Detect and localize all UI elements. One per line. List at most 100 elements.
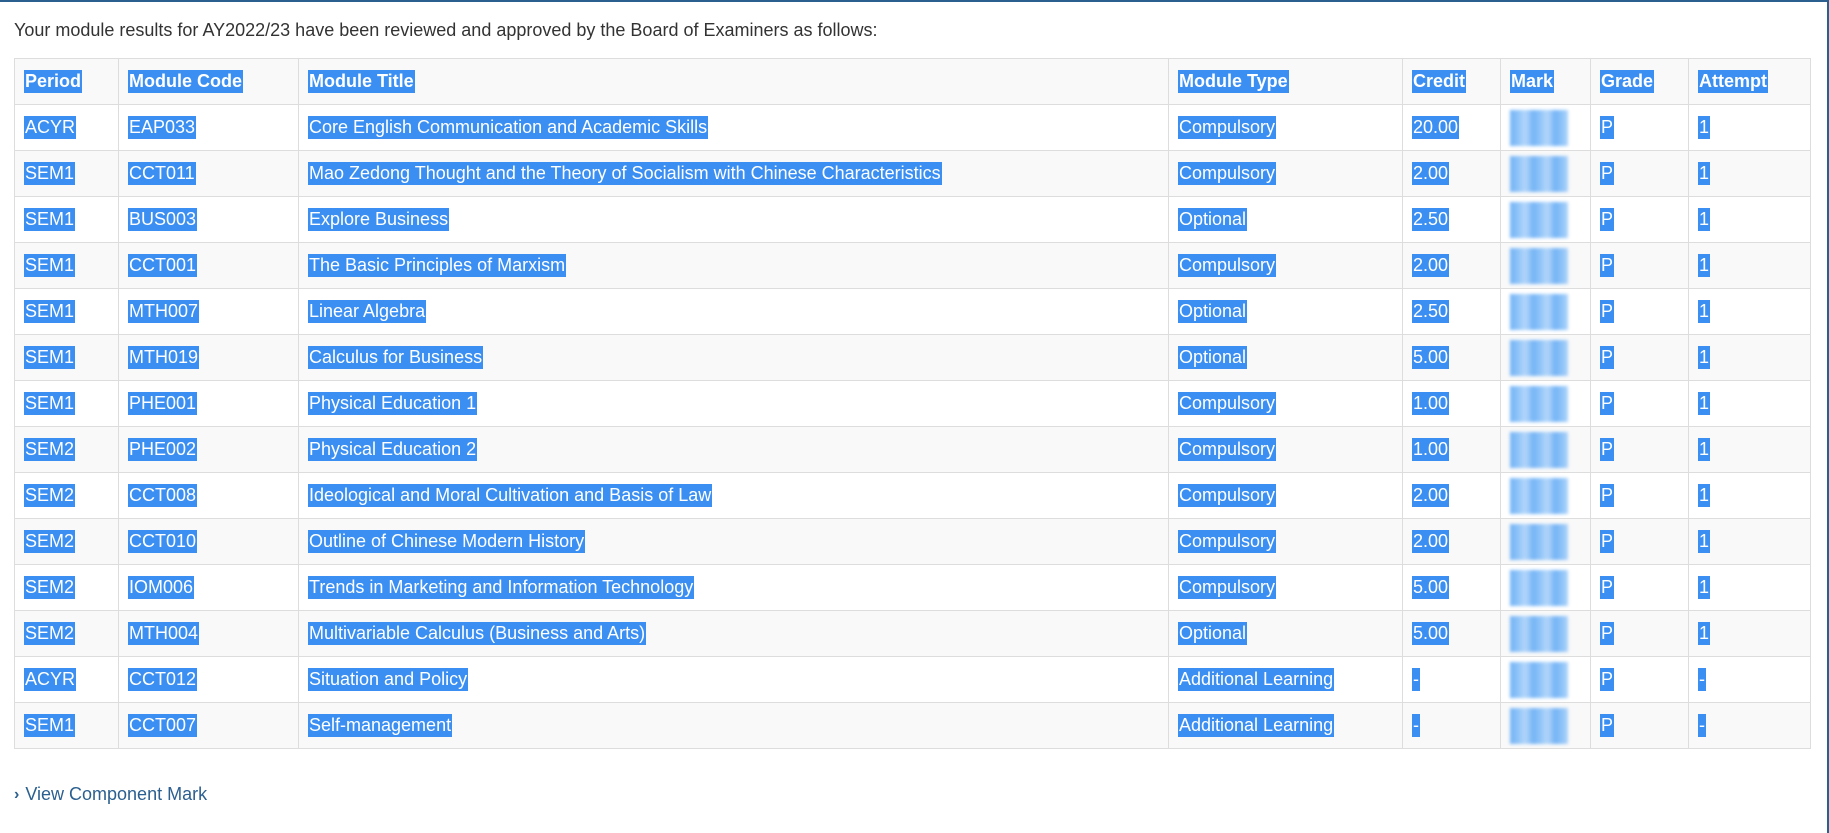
credit-cell: 2.00 — [1402, 150, 1501, 197]
grade-cell: P — [1590, 242, 1689, 289]
period-cell: SEM1 — [14, 288, 119, 335]
module-type-cell: Compulsory — [1168, 518, 1403, 565]
mark-cell — [1500, 518, 1591, 565]
period-cell: SEM1 — [14, 702, 119, 749]
credit-cell: 2.00 — [1402, 472, 1501, 519]
redacted-mark — [1510, 615, 1568, 652]
credit-cell: 2.00 — [1402, 518, 1501, 565]
redacted-mark — [1510, 293, 1568, 330]
table-row: SEM2 IOM006 Trends in Marketing and Inform… — [14, 564, 1811, 611]
grade-cell: P — [1590, 472, 1689, 519]
module-type-cell: Compulsory — [1168, 426, 1403, 473]
module-title-cell: Linear Algebra — [298, 288, 1169, 335]
period-cell: ACYR — [14, 104, 119, 151]
redacted-mark — [1510, 385, 1568, 422]
mark-cell — [1500, 288, 1591, 335]
credit-cell: 2.50 — [1402, 288, 1501, 335]
header-mark[interactable]: Mark — [1500, 58, 1591, 105]
module-code-cell: MTH004 — [118, 610, 299, 657]
credit-cell: 5.00 — [1402, 564, 1501, 611]
table-row: SEM2 CCT010 Outline of Chinese Modern Hist… — [14, 518, 1811, 565]
header-module-type[interactable]: Module Type — [1168, 58, 1403, 105]
redacted-mark — [1510, 109, 1568, 146]
module-type-cell: Compulsory — [1168, 564, 1403, 611]
period-cell: ACYR — [14, 656, 119, 703]
module-code-cell: BUS003 — [118, 196, 299, 243]
table-row: SEM2 CCT008 Ideological and Moral Cultivat… — [14, 472, 1811, 519]
credit-cell: 1.00 — [1402, 380, 1501, 427]
view-component-mark-link[interactable]: › View Component Mark — [14, 784, 207, 805]
grade-cell: P — [1590, 656, 1689, 703]
mark-cell — [1500, 150, 1591, 197]
mark-cell — [1500, 242, 1591, 289]
module-type-cell: Compulsory — [1168, 150, 1403, 197]
credit-cell: - — [1402, 702, 1501, 749]
grade-cell: P — [1590, 380, 1689, 427]
mark-cell — [1500, 656, 1591, 703]
redacted-mark — [1510, 201, 1568, 238]
attempt-cell: 1 — [1688, 518, 1811, 565]
attempt-cell: 1 — [1688, 426, 1811, 473]
grade-cell: P — [1590, 334, 1689, 381]
redacted-mark — [1510, 431, 1568, 468]
module-results-table: Period Module Code Module Title Module T… — [14, 58, 1811, 749]
redacted-mark — [1510, 339, 1568, 376]
chevron-right-icon: › — [14, 785, 20, 803]
module-title-cell: Multivariable Calculus (Business and Art… — [298, 610, 1169, 657]
redacted-mark — [1510, 661, 1568, 698]
table-row: SEM2 PHE002 Physical Education 2 Compulsory… — [14, 426, 1811, 473]
header-credit[interactable]: Credit — [1402, 58, 1501, 105]
header-period[interactable]: Period — [14, 58, 119, 105]
module-code-cell: CCT001 — [118, 242, 299, 289]
module-title-cell: Outline of Chinese Modern History — [298, 518, 1169, 565]
grade-cell: P — [1590, 426, 1689, 473]
module-title-cell: Calculus for Business — [298, 334, 1169, 381]
module-title-cell: Physical Education 2 — [298, 426, 1169, 473]
attempt-cell: 1 — [1688, 288, 1811, 335]
table-row: SEM1 MTH019 Calculus for Business Optional 5… — [14, 334, 1811, 381]
module-code-cell: EAP033 — [118, 104, 299, 151]
module-title-cell: The Basic Principles of Marxism — [298, 242, 1169, 289]
credit-cell: 5.00 — [1402, 610, 1501, 657]
module-title-cell: Ideological and Moral Cultivation and Ba… — [298, 472, 1169, 519]
module-type-cell: Compulsory — [1168, 380, 1403, 427]
redacted-mark — [1510, 707, 1568, 744]
module-title-cell: Physical Education 1 — [298, 380, 1169, 427]
credit-cell: 2.00 — [1402, 242, 1501, 289]
module-title-cell: Self-management — [298, 702, 1169, 749]
table-header-row: Period Module Code Module Title Module T… — [14, 58, 1811, 105]
header-grade[interactable]: Grade — [1590, 58, 1689, 105]
module-code-cell: CCT010 — [118, 518, 299, 565]
mark-cell — [1500, 104, 1591, 151]
module-type-cell: Optional — [1168, 334, 1403, 381]
redacted-mark — [1510, 477, 1568, 514]
mark-cell — [1500, 472, 1591, 519]
period-cell: SEM2 — [14, 472, 119, 519]
grade-cell: P — [1590, 702, 1689, 749]
period-cell: SEM1 — [14, 334, 119, 381]
grade-cell: P — [1590, 610, 1689, 657]
period-cell: SEM1 — [14, 242, 119, 289]
module-type-cell: Compulsory — [1168, 242, 1403, 289]
module-type-cell: Compulsory — [1168, 472, 1403, 519]
table-row: SEM1 CCT007 Self-management Additional Lear… — [14, 702, 1811, 749]
header-module-code[interactable]: Module Code — [118, 58, 299, 105]
grade-cell: P — [1590, 518, 1689, 565]
attempt-cell: - — [1688, 702, 1811, 749]
attempt-cell: 1 — [1688, 380, 1811, 427]
redacted-mark — [1510, 247, 1568, 284]
module-type-cell: Additional Learning — [1168, 702, 1403, 749]
mark-cell — [1500, 334, 1591, 381]
module-code-cell: IOM006 — [118, 564, 299, 611]
window-top-border — [0, 0, 1829, 2]
credit-cell: - — [1402, 656, 1501, 703]
header-attempt[interactable]: Attempt — [1688, 58, 1811, 105]
grade-cell: P — [1590, 288, 1689, 335]
table-row: SEM1 CCT001 The Basic Principles of Marxis… — [14, 242, 1811, 289]
module-title-cell: Explore Business — [298, 196, 1169, 243]
attempt-cell: 1 — [1688, 104, 1811, 151]
attempt-cell: 1 — [1688, 242, 1811, 289]
attempt-cell: 1 — [1688, 610, 1811, 657]
module-title-cell: Situation and Policy — [298, 656, 1169, 703]
header-module-title[interactable]: Module Title — [298, 58, 1169, 105]
